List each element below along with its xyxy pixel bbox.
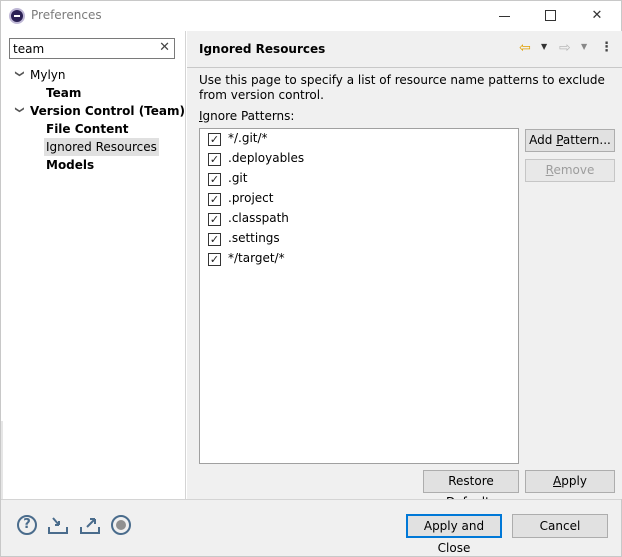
tree-item-label: Mylyn <box>30 68 66 82</box>
mnemonic-letter: P <box>556 133 563 147</box>
page-title: Ignored Resources <box>199 42 326 56</box>
checkbox[interactable]: ✓ <box>208 153 221 166</box>
record-icon[interactable] <box>111 515 131 535</box>
back-arrow-icon[interactable]: ⇦ <box>519 40 531 56</box>
pattern-text: .project <box>228 191 274 205</box>
title-bar: Preferences ✕ <box>1 1 621 31</box>
tree-item-label: Team <box>46 86 82 100</box>
remove-button[interactable]: Remove <box>525 159 615 182</box>
tree-item-file-content[interactable]: File Content <box>1 120 186 138</box>
view-menu-icon[interactable]: ⋮ <box>600 40 613 55</box>
pattern-text: */target/* <box>228 251 285 265</box>
button-text: emove <box>553 163 595 177</box>
page-navigation: ⇦ ▼ ⇨ ▼ ⋮ <box>519 40 614 58</box>
list-item[interactable]: ✓ .git <box>200 169 518 189</box>
ignore-patterns-list[interactable]: ✓ */.git/* ✓ .deployables ✓ .git ✓ .proj… <box>199 128 519 464</box>
list-item[interactable]: ✓ .classpath <box>200 209 518 229</box>
forward-arrow-icon[interactable]: ⇨ <box>559 40 571 56</box>
tree-item-mylyn[interactable]: ❯ Mylyn <box>1 66 186 84</box>
tree-item-label: File Content <box>46 122 129 136</box>
cancel-button[interactable]: Cancel <box>512 514 608 538</box>
checkbox[interactable]: ✓ <box>208 253 221 266</box>
maximize-icon <box>545 10 556 21</box>
window-title: Preferences <box>31 8 102 22</box>
add-pattern-button[interactable]: Add Pattern... <box>525 129 615 152</box>
button-text: Restore <box>448 474 494 488</box>
pattern-text: .deployables <box>228 151 305 165</box>
tree-item-version-control[interactable]: ❯ Version Control (Team) <box>1 102 186 120</box>
minimize-icon <box>499 16 510 17</box>
pattern-text: .classpath <box>228 211 289 225</box>
list-item[interactable]: ✓ .deployables <box>200 149 518 169</box>
tree-item-label: Version Control (Team) <box>30 104 185 118</box>
preference-page: Ignored Resources ⇦ ▼ ⇨ ▼ ⋮ Use this pag… <box>187 31 622 509</box>
preferences-tree: ❯ Mylyn Team ❯ Version Control (Team) Fi… <box>1 66 186 174</box>
export-icon-graphic <box>80 518 100 534</box>
clear-filter-icon[interactable]: ✕ <box>159 40 170 55</box>
tree-item-label: Ignored Resources <box>44 138 159 156</box>
import-icon-graphic <box>48 517 68 534</box>
tree-item-ignored-resources[interactable]: Ignored Resources <box>1 138 186 156</box>
button-text: pply <box>561 474 587 488</box>
help-icon[interactable]: ? <box>17 515 37 535</box>
expand-chevron-icon[interactable]: ❯ <box>10 106 28 116</box>
list-item[interactable]: ✓ */.git/* <box>200 129 518 149</box>
maximize-button[interactable] <box>540 5 562 27</box>
list-item[interactable]: ✓ .settings <box>200 229 518 249</box>
apply-and-close-button[interactable]: Apply and Close <box>406 514 502 555</box>
checkbox[interactable]: ✓ <box>208 133 221 146</box>
restore-defaults-button[interactable]: Restore Defaults <box>423 470 519 509</box>
dialog-footer: ? Apply and Close Cancel <box>1 500 621 556</box>
close-button[interactable]: ✕ <box>586 5 608 27</box>
tree-item-team[interactable]: Team <box>1 84 186 102</box>
close-icon: ✕ <box>591 8 603 23</box>
filter-box: ✕ <box>9 38 175 59</box>
apply-button[interactable]: Apply <box>525 470 615 493</box>
forward-dropdown-icon[interactable]: ▼ <box>581 42 587 51</box>
preferences-tree-pane: ✕ ❯ Mylyn Team ❯ Version Control (Team) … <box>1 31 186 521</box>
label-text: gnore Patterns: <box>202 109 295 123</box>
checkbox[interactable]: ✓ <box>208 193 221 206</box>
pattern-text: */.git/* <box>228 131 268 145</box>
tree-item-models[interactable]: Models <box>1 156 186 174</box>
import-icon[interactable] <box>47 515 68 535</box>
list-item[interactable]: ✓ */target/* <box>200 249 518 269</box>
page-description: Use this page to specify a list of resou… <box>199 73 605 102</box>
filter-input[interactable] <box>13 40 153 57</box>
expand-chevron-icon[interactable]: ❯ <box>10 70 28 80</box>
eclipse-app-icon <box>9 8 25 24</box>
checkbox[interactable]: ✓ <box>208 173 221 186</box>
list-item[interactable]: ✓ .project <box>200 189 518 209</box>
minimize-button[interactable] <box>494 5 516 27</box>
ignore-patterns-label: Ignore Patterns: <box>199 109 294 123</box>
header-divider <box>187 67 622 68</box>
export-icon[interactable] <box>79 515 100 535</box>
back-dropdown-icon[interactable]: ▼ <box>541 42 547 51</box>
tree-item-label: Models <box>46 158 95 172</box>
pattern-text: .git <box>228 171 248 185</box>
checkbox[interactable]: ✓ <box>208 213 221 226</box>
button-text: attern... <box>562 133 611 147</box>
preferences-window: Preferences ✕ ✕ ❯ Mylyn Team ❯ Version C… <box>0 0 622 557</box>
checkbox[interactable]: ✓ <box>208 233 221 246</box>
button-text: Add <box>529 133 557 147</box>
pattern-text: .settings <box>228 231 280 245</box>
